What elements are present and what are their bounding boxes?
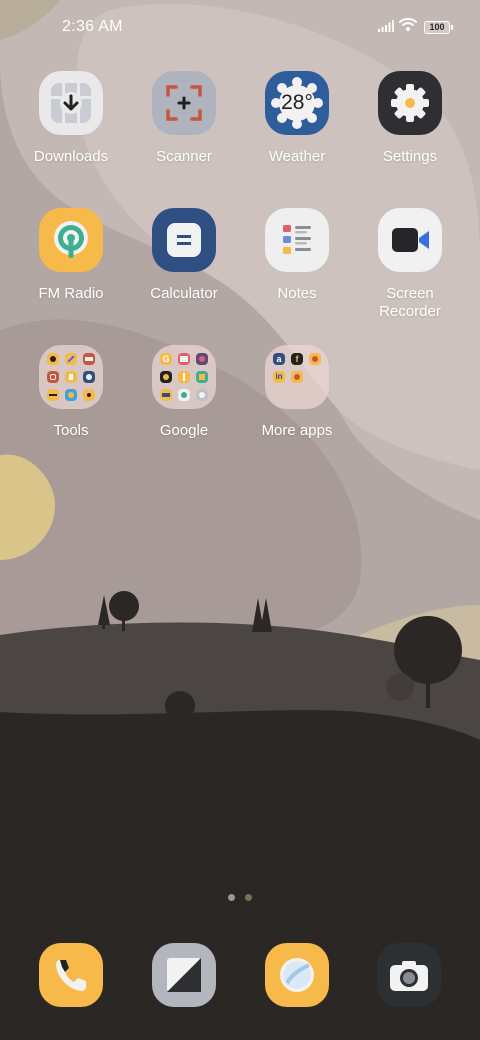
mini-app-icon — [178, 371, 190, 383]
app-notes[interactable]: Notes — [241, 208, 353, 303]
dock-gallery[interactable] — [152, 943, 216, 1007]
mini-app-icon — [196, 389, 208, 401]
gallery-icon — [167, 958, 201, 992]
mini-app-icon — [160, 389, 172, 401]
wifi-icon — [399, 18, 417, 31]
calculator-icon — [152, 208, 216, 272]
folder-icon: a f in — [265, 345, 329, 409]
app-scanner[interactable]: Scanner — [128, 71, 240, 166]
gear-icon — [378, 71, 442, 135]
status-bar: 2:36 AM 100 — [0, 0, 480, 56]
folder-tools[interactable]: Tools — [15, 345, 127, 440]
dock-phone[interactable] — [39, 943, 103, 1007]
battery-level: 100 — [429, 22, 445, 32]
mini-app-icon — [196, 371, 208, 383]
app-label: Settings — [382, 148, 438, 165]
mini-app-icon — [178, 353, 190, 365]
page-dot-active[interactable] — [245, 894, 252, 901]
folder-label: More apps — [261, 422, 333, 439]
dock-camera[interactable] — [377, 943, 441, 1007]
folder-more-apps[interactable]: a f in More apps — [241, 345, 353, 440]
app-label: Screen Recorder — [379, 285, 441, 320]
notes-icon — [265, 208, 329, 272]
mini-app-icon — [291, 371, 303, 383]
mini-app-icon — [47, 371, 59, 383]
mini-app-icon — [83, 371, 95, 383]
app-label: Calculator — [150, 285, 218, 302]
mini-app-icon — [65, 389, 77, 401]
app-weather[interactable]: 28° Weather — [241, 71, 353, 166]
mini-app-icon — [83, 353, 95, 365]
app-settings[interactable]: Settings — [354, 71, 466, 166]
app-downloads[interactable]: Downloads — [15, 71, 127, 166]
weather-sun-icon: 28° — [265, 71, 329, 135]
folder-icon: G — [152, 345, 216, 409]
mini-app-icon — [309, 353, 321, 365]
status-time: 2:36 AM — [62, 18, 123, 35]
radio-icon — [39, 208, 103, 272]
browser-icon — [280, 958, 314, 992]
mini-app-icon: f — [291, 353, 303, 365]
battery-icon: 100 — [424, 21, 453, 34]
app-label: Downloads — [33, 148, 109, 165]
app-label: FM Radio — [38, 285, 104, 302]
mini-app-icon — [178, 389, 190, 401]
weather-temperature: 28° — [281, 91, 313, 114]
mini-app-icon: G — [160, 353, 172, 365]
download-icon — [39, 71, 103, 135]
signal-icon — [378, 20, 394, 32]
mini-app-icon — [196, 353, 208, 365]
camera-icon — [390, 961, 428, 991]
app-screen-recorder[interactable]: Screen Recorder — [354, 208, 466, 321]
page-dot[interactable] — [228, 894, 235, 901]
app-label: Weather — [268, 148, 326, 165]
mini-app-icon — [65, 353, 77, 365]
mini-app-icon — [160, 371, 172, 383]
mini-app-icon: a — [273, 353, 285, 365]
mini-app-icon — [47, 353, 59, 365]
mini-app-icon — [47, 389, 59, 401]
mini-app-icon — [83, 389, 95, 401]
folder-label: Google — [159, 422, 209, 439]
app-fm-radio[interactable]: FM Radio — [15, 208, 127, 303]
mini-app-icon: in — [273, 371, 285, 383]
folder-google[interactable]: G Google — [128, 345, 240, 440]
folder-icon — [39, 345, 103, 409]
folder-label: Tools — [53, 422, 89, 439]
mini-app-icon — [65, 371, 77, 383]
dock-browser[interactable] — [265, 943, 329, 1007]
app-calculator[interactable]: Calculator — [128, 208, 240, 303]
app-label: Notes — [277, 285, 317, 302]
phone-icon — [56, 960, 86, 991]
scanner-icon — [152, 71, 216, 135]
app-label: Scanner — [156, 148, 212, 165]
video-camera-icon — [378, 208, 442, 272]
